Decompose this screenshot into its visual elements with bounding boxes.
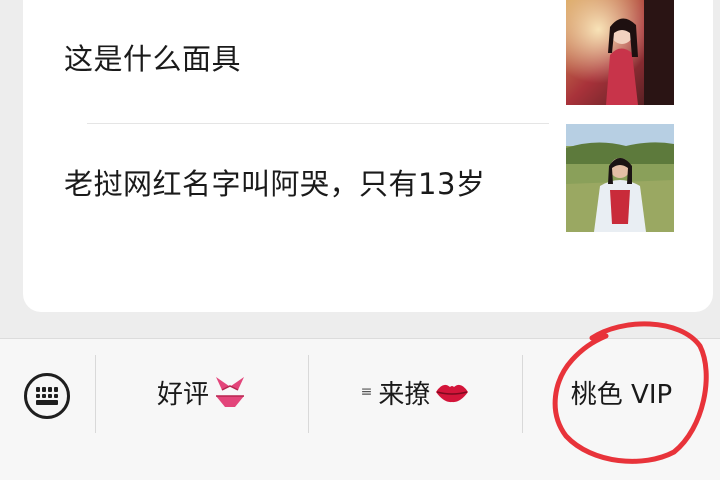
menu-item-label: 好评 [156, 379, 209, 410]
article-thumbnail [566, 0, 674, 105]
menu-item-haoping[interactable]: 好评 [96, 339, 308, 445]
menu-item-taose-vip[interactable]: 桃色 VIP [523, 339, 720, 445]
article-item[interactable]: 老挝网红名字叫阿哭，只有13岁 [23, 124, 713, 292]
article-item[interactable]: 这是什么面具 [23, 0, 713, 123]
submenu-icon: ≡ [360, 384, 373, 400]
keyboard-icon [24, 373, 70, 419]
menu-item-laoliao[interactable]: ≡ 来撩 [309, 339, 522, 445]
menu-item-label: 来撩 [378, 379, 431, 410]
article-title: 这是什么面具 [64, 42, 242, 76]
keyboard-toggle-button[interactable] [0, 339, 95, 445]
lips-icon [436, 384, 469, 403]
bikini-icon [216, 377, 244, 407]
article-list-card: 这是什么面具 老挝网红名字叫阿哭，只有13岁 [23, 0, 713, 312]
bottom-menu-bar: 好评 ≡ 来撩 桃色 VIP [0, 338, 720, 480]
article-title: 老挝网红名字叫阿哭，只有13岁 [64, 167, 486, 201]
menu-item-label: 桃色 VIP [570, 379, 673, 410]
article-thumbnail [566, 124, 674, 232]
